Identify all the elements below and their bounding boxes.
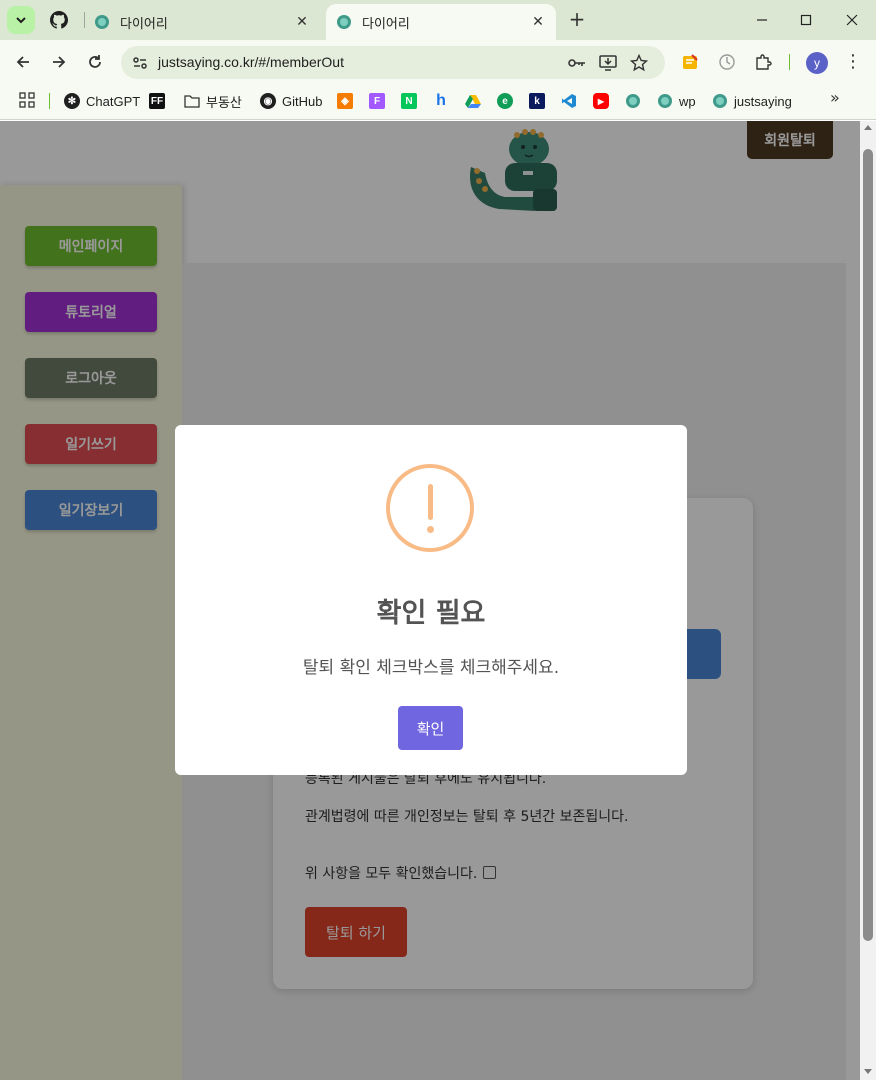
pinned-tab-github[interactable] — [48, 9, 70, 31]
bookmark-justsaying[interactable]: justsaying — [712, 91, 792, 111]
ff-icon: FF — [150, 95, 164, 107]
close-tab-icon[interactable]: ✕ — [530, 14, 546, 30]
forward-button[interactable] — [46, 49, 72, 75]
new-tab-button[interactable]: + — [566, 8, 588, 30]
bookmark-naver-icon[interactable]: N — [401, 93, 417, 109]
bookmark-edge-icon[interactable]: e — [497, 93, 513, 109]
extensions-puzzle-icon[interactable] — [753, 52, 773, 72]
arrow-right-icon — [53, 56, 66, 68]
bookmark-label: wp — [679, 93, 696, 109]
bookmark-separator — [49, 93, 50, 109]
warning-icon-bar — [428, 484, 433, 520]
bookmark-wp[interactable]: wp — [657, 91, 696, 111]
back-button[interactable] — [10, 49, 36, 75]
arrow-left-icon — [16, 56, 29, 68]
install-app-icon[interactable] — [598, 53, 618, 73]
diary-favicon-icon — [337, 15, 351, 29]
bookmark-youtube-icon[interactable]: ▶ — [593, 93, 609, 109]
bookmark-orange-icon[interactable]: ◈ — [337, 93, 353, 109]
password-key-icon[interactable] — [567, 53, 587, 73]
bookmark-label: 부동산 — [206, 94, 242, 110]
close-window-button[interactable] — [832, 6, 872, 34]
github-icon — [50, 11, 68, 29]
page-viewport: 회원탈퇴 메인페이지 튜토리얼 로그아웃 일기쓰기 일기장보기 등록된 게시물은… — [0, 121, 860, 1080]
bookmark-ff[interactable]: FF — [149, 93, 165, 109]
bookmark-folder-realestate[interactable]: 부동산 — [184, 91, 242, 111]
scroll-up-icon[interactable] — [864, 125, 872, 130]
apps-grid-icon[interactable] — [19, 92, 35, 108]
close-tab-icon[interactable]: ✕ — [294, 14, 310, 30]
bookmark-k-icon[interactable]: k — [529, 93, 545, 109]
site-settings-icon[interactable] — [131, 54, 149, 72]
more-menu-icon[interactable]: ⋮ — [843, 52, 863, 74]
bookmark-drive-icon[interactable] — [465, 93, 481, 109]
folder-icon — [184, 93, 200, 109]
scroll-thumb[interactable] — [863, 149, 873, 941]
tab-strip: 다이어리 ✕ 다이어리 ✕ + — [0, 0, 876, 40]
bookmark-vscode-icon[interactable] — [561, 93, 577, 109]
bookmark-github[interactable]: ◉ GitHub — [260, 91, 322, 111]
dialog-title: 확인 필요 — [376, 598, 486, 629]
tab-diary-1[interactable]: 다이어리 ✕ — [84, 4, 320, 40]
dialog-ok-button[interactable]: 확인 — [398, 706, 463, 750]
toolbar-separator — [789, 54, 790, 70]
tab-search-button[interactable] — [7, 6, 35, 34]
reload-icon — [89, 55, 101, 68]
bookmark-figma-icon[interactable]: F — [369, 93, 385, 109]
maximize-button[interactable] — [786, 6, 826, 34]
tab-title: 다이어리 — [362, 16, 410, 32]
diary-favicon-icon — [657, 93, 673, 109]
extension-notes-icon[interactable] — [680, 52, 700, 72]
bookmark-label: GitHub — [282, 93, 323, 109]
bookmark-label: ChatGPT — [86, 93, 141, 109]
diary-favicon-icon — [712, 93, 728, 109]
bookmark-chatgpt[interactable]: ✻ ChatGPT — [64, 91, 140, 111]
browser-toolbar: justsaying.co.kr/#/memberOut y ⋮ — [0, 40, 876, 82]
warning-icon-dot — [427, 526, 434, 533]
maximize-icon — [800, 14, 812, 26]
bookmark-h-icon[interactable]: h — [433, 92, 449, 109]
bookmark-label: justsaying — [734, 93, 792, 109]
address-bar[interactable]: justsaying.co.kr/#/memberOut — [121, 46, 665, 79]
page-scrollbar[interactable] — [860, 121, 876, 1080]
reload-button[interactable] — [82, 49, 108, 75]
tab-title: 다이어리 — [120, 16, 168, 32]
bookmark-diary-icon[interactable] — [625, 93, 641, 109]
tab-diary-2[interactable]: 다이어리 ✕ — [326, 4, 556, 40]
minimize-icon — [757, 19, 767, 21]
bookmark-star-icon[interactable] — [629, 53, 649, 73]
bookmarks-bar: ✻ ChatGPT FF 부동산 ◉ GitHub ◈ F N h e k ▶ … — [0, 82, 876, 120]
confirm-dialog: 확인 필요 탈퇴 확인 체크박스를 체크해주세요. 확인 — [175, 425, 687, 775]
scroll-down-icon[interactable] — [864, 1069, 872, 1074]
url-text: justsaying.co.kr/#/memberOut — [158, 54, 344, 70]
dialog-message: 탈퇴 확인 체크박스를 체크해주세요. — [302, 658, 560, 678]
warning-icon — [386, 464, 474, 552]
openai-icon: ✻ — [64, 93, 80, 109]
minimize-button[interactable] — [742, 6, 782, 34]
diary-favicon-icon — [95, 15, 109, 29]
extension-clock-icon[interactable] — [717, 52, 737, 72]
profile-avatar[interactable]: y — [806, 52, 828, 74]
close-icon — [846, 14, 858, 26]
github-icon: ◉ — [260, 93, 276, 109]
more-bookmarks-icon[interactable]: » — [830, 88, 840, 107]
chevron-down-icon — [16, 17, 26, 24]
